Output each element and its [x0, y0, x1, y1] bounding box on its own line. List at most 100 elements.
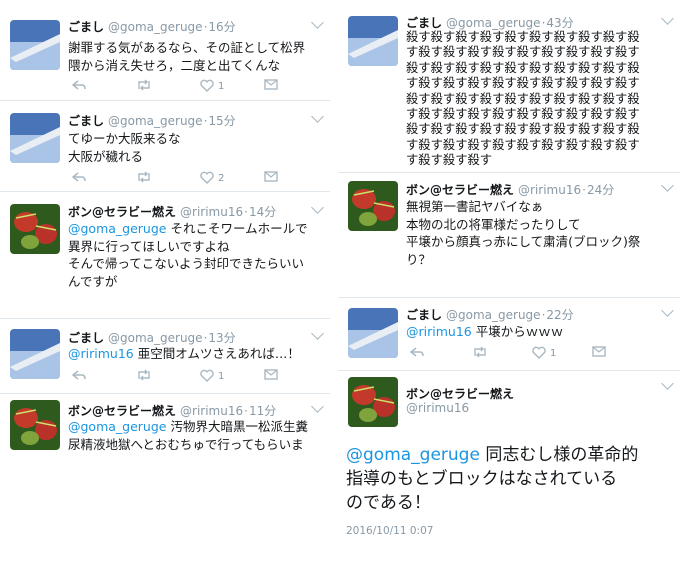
- mention-link[interactable]: @ririmu16: [406, 324, 472, 339]
- handle[interactable]: @ririmu16: [180, 404, 243, 418]
- handle[interactable]: @goma_geruge: [446, 308, 541, 322]
- retweet-icon[interactable]: [472, 346, 488, 362]
- handle[interactable]: @ririmu16: [180, 205, 243, 219]
- display-name[interactable]: ボン@セラビー燃え: [406, 387, 514, 401]
- timestamp[interactable]: 14分: [249, 205, 276, 219]
- like-count: 1: [550, 348, 557, 359]
- avatar[interactable]: [10, 20, 60, 70]
- avatar[interactable]: [10, 329, 60, 379]
- retweet-icon[interactable]: [136, 369, 152, 385]
- timestamp[interactable]: 16分: [208, 20, 235, 34]
- handle[interactable]: @ririmu16: [406, 401, 469, 415]
- display-name[interactable]: ボン@セラビー燃え: [68, 205, 176, 219]
- tweet-line: 隈から消え失せろ，二度と出てくんな: [68, 57, 281, 73]
- display-name[interactable]: ごまし: [68, 331, 104, 345]
- dm-icon[interactable]: [592, 346, 606, 362]
- tweet-header: ボン@セラビー燃え @ririmu16·14分: [68, 205, 277, 219]
- display-name[interactable]: ごまし: [406, 308, 442, 322]
- tweet[interactable]: ごまし @goma_geruge·16分 謝罪する気があるなら、その証として松界 …: [0, 0, 330, 101]
- chevron-down-icon[interactable]: [661, 304, 674, 317]
- timestamp[interactable]: 13分: [208, 331, 235, 345]
- tweet[interactable]: ボン@セラビー燃え @ririmu16·14分 @goma_geruge それこそ…: [0, 192, 330, 319]
- avatar[interactable]: [348, 308, 398, 358]
- like-button[interactable]: 1: [200, 369, 224, 385]
- tweet-line: @ririmu16 亜空間オムツさえあれば…！: [68, 346, 300, 361]
- tweet-header: ボン@セラビー燃え @ririmu16·24分: [406, 183, 615, 197]
- avatar[interactable]: [348, 377, 398, 427]
- mention-link[interactable]: @goma_geruge: [68, 419, 166, 434]
- like-count: 2: [218, 173, 225, 184]
- like-button[interactable]: 1: [200, 79, 224, 95]
- tweet-line: す殺す殺す殺す殺す殺す殺す殺す殺す殺す: [406, 137, 640, 152]
- reply-icon[interactable]: [72, 369, 86, 385]
- timestamp[interactable]: 24分: [587, 183, 614, 197]
- like-button[interactable]: 1: [532, 346, 556, 362]
- tweet-header: ごまし @goma_geruge·43分: [406, 16, 574, 30]
- mention-link[interactable]: @goma_geruge: [346, 445, 480, 465]
- tweet-actions: 1: [68, 369, 310, 385]
- tweet-line: @ririmu16 平壌からｗｗｗ: [406, 324, 564, 339]
- timestamp[interactable]: 22分: [546, 308, 573, 322]
- chevron-down-icon[interactable]: [311, 201, 324, 214]
- avatar[interactable]: [10, 113, 60, 163]
- avatar[interactable]: [10, 204, 60, 254]
- tweet[interactable]: ボン@セラビー燃え @ririmu16·11分 @goma_geruge 汚物界大…: [0, 394, 330, 452]
- tweet-line: んですが: [68, 273, 118, 289]
- display-name[interactable]: ごまし: [68, 114, 104, 128]
- tweet-text: @ririmu16 亜空間オムツさえあれば…！: [68, 345, 322, 363]
- timestamp[interactable]: 15分: [208, 114, 235, 128]
- chevron-down-icon[interactable]: [311, 400, 324, 413]
- right-screenshot: ごまし @goma_geruge·43分 殺す殺す殺す殺す殺す殺す殺す殺す殺す殺 …: [338, 0, 680, 564]
- display-name[interactable]: ボン@セラビー燃え: [68, 404, 176, 418]
- reply-icon[interactable]: [72, 171, 86, 187]
- dm-icon[interactable]: [264, 369, 278, 385]
- mention-link[interactable]: @goma_geruge: [68, 221, 166, 236]
- chevron-down-icon[interactable]: [311, 327, 324, 340]
- handle[interactable]: @goma_geruge: [108, 20, 203, 34]
- avatar[interactable]: [348, 16, 398, 66]
- tweet-text: @goma_geruge それこそワームホールで 異界に行ってほしいですよね そ…: [68, 220, 322, 290]
- tweet[interactable]: ごまし @goma_geruge·15分 てゆーか大阪来るな 大阪が穢れる 2: [0, 101, 330, 192]
- tweet[interactable]: ごまし @goma_geruge·43分 殺す殺す殺す殺す殺す殺す殺す殺す殺す殺 …: [338, 0, 680, 173]
- display-name[interactable]: ボン@セラビー燃え: [406, 183, 514, 197]
- tweet-line: @goma_geruge 同志むし様の革命的: [346, 445, 639, 465]
- like-count: 1: [218, 371, 225, 382]
- chevron-down-icon[interactable]: [661, 377, 674, 390]
- reply-icon[interactable]: [72, 79, 86, 95]
- tweet-text: @goma_geruge 汚物界大暗黒一松派生糞 尿精液地獄へとおむちゅで行って…: [68, 418, 322, 452]
- retweet-icon[interactable]: [136, 79, 152, 95]
- avatar[interactable]: [10, 400, 60, 450]
- reply-icon[interactable]: [410, 346, 424, 362]
- chevron-down-icon[interactable]: [311, 16, 324, 29]
- chevron-down-icon[interactable]: [661, 12, 674, 25]
- tweet-detail[interactable]: ボン@セラビー燃え @ririmu16 @goma_geruge 同志むし様の革…: [338, 371, 680, 564]
- display-name[interactable]: ごまし: [406, 16, 442, 30]
- handle[interactable]: @goma_geruge: [446, 16, 541, 30]
- like-button[interactable]: 2: [200, 171, 224, 187]
- tweet-line: 殺す殺す殺す殺す殺す殺す殺す殺す殺す殺: [406, 122, 640, 137]
- tweet-text: 無視第一書記ヤバイなぁ 本物の北の将軍様だったりして 平壌から顔真っ赤にして粛清…: [406, 198, 672, 268]
- chevron-down-icon[interactable]: [661, 179, 674, 192]
- tweet-actions: 2: [68, 171, 310, 187]
- dm-icon[interactable]: [264, 171, 278, 187]
- mention-link[interactable]: @ririmu16: [68, 346, 134, 361]
- tweet[interactable]: ごまし @goma_geruge·22分 @ririmu16 平壌からｗｗｗ 1: [338, 298, 680, 371]
- divider: [333, 0, 335, 564]
- tweet[interactable]: ボン@セラビー燃え @ririmu16·24分 無視第一書記ヤバイなぁ 本物の北の…: [338, 173, 680, 298]
- dm-icon[interactable]: [264, 79, 278, 95]
- timestamp[interactable]: 11分: [249, 404, 276, 418]
- tweet-line: 尿精液地獄へとおむちゅで行ってもらいま: [68, 436, 304, 452]
- handle[interactable]: @ririmu16: [518, 183, 581, 197]
- chevron-down-icon[interactable]: [311, 110, 324, 123]
- tweet-line: す殺す殺す殺す殺す殺す殺す殺す殺す殺す: [406, 45, 640, 60]
- retweet-icon[interactable]: [136, 171, 152, 187]
- tweet[interactable]: ごまし @goma_geruge·13分 @ririmu16 亜空間オムツさえあれ…: [0, 319, 330, 394]
- display-name[interactable]: ごまし: [68, 20, 104, 34]
- tweet-date: 2016/10/11 0:07: [346, 525, 434, 537]
- tweet-line: 殺す殺す殺す殺す殺す殺す殺す殺す殺す殺: [406, 60, 640, 75]
- handle[interactable]: @goma_geruge: [108, 114, 203, 128]
- tweet-line: 指導のもとブロックはなされている: [346, 469, 618, 489]
- timestamp[interactable]: 43分: [546, 16, 573, 30]
- avatar[interactable]: [348, 181, 398, 231]
- handle[interactable]: @goma_geruge: [108, 331, 203, 345]
